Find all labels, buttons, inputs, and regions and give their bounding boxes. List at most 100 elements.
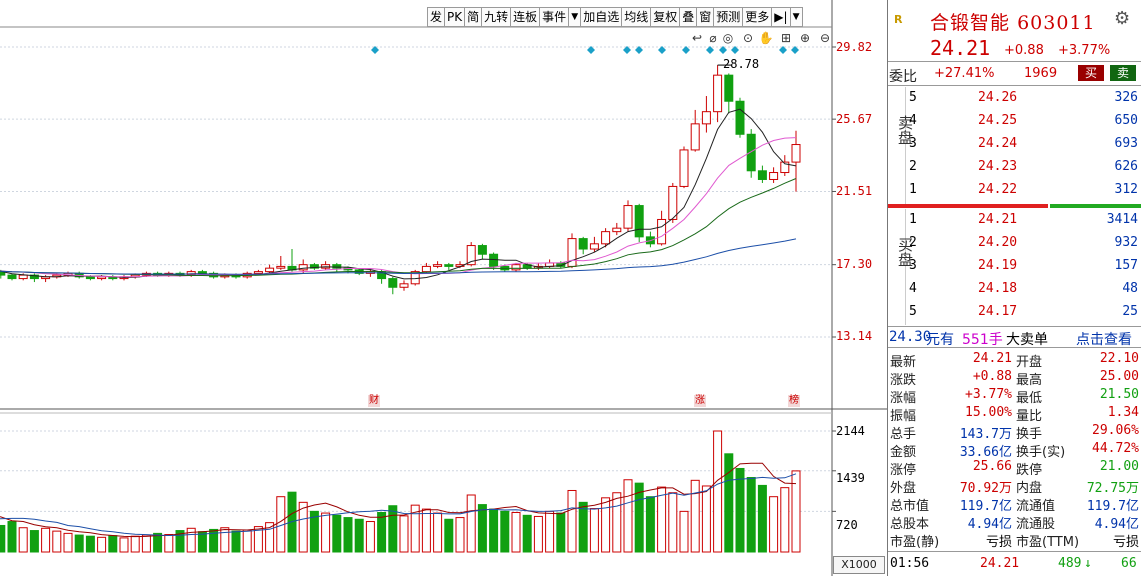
- candle-body: [634, 205, 644, 238]
- ticker-view-link[interactable]: 点击查看: [1076, 329, 1132, 349]
- ask-level[interactable]: 5 24.26 326: [888, 87, 1141, 110]
- volume-bar: [522, 514, 532, 553]
- ticker-text: 大卖单: [1006, 332, 1048, 348]
- volume-bar: [18, 527, 28, 553]
- kline-chart-area[interactable]: ↩ ⌀ ◎ ⊙ ✋ ⊞ ⊕ ⊖ 发 PK 简九转 连板 事件 ▼ 加自选 均线 复权叠窗预测 更多 ▶| ▼ 29.…: [0, 0, 887, 576]
- event-tag-zhang[interactable]: 涨: [694, 395, 706, 407]
- stat-label: 市盈(静): [890, 535, 940, 550]
- event-tag-bang[interactable]: 榜: [788, 395, 800, 407]
- quote-header: R 合锻智能 603011 ⚙ 24.21 +0.88 +3.77%: [888, 0, 1141, 62]
- tick-extra: 66: [1121, 556, 1137, 571]
- toolbar-button[interactable]: 加自选: [581, 7, 623, 27]
- candle-body: [791, 144, 801, 163]
- toolbar-button[interactable]: 发: [427, 7, 446, 27]
- chart-toolbar: 发 PK 简九转 连板 事件 ▼ 加自选 均线 复权叠窗预测 更多 ▶| ▼: [427, 7, 803, 27]
- volume-bar: [108, 535, 118, 553]
- volume-bar: [466, 494, 476, 553]
- ask-level[interactable]: 3 24.24 693: [888, 133, 1141, 156]
- volume-bar: [623, 479, 633, 553]
- volume-axis-label: 720: [836, 518, 858, 532]
- target-icon[interactable]: ⊙: [743, 31, 753, 45]
- ask-book: 卖盘 5 24.26 326 4 24.25 650 3 24.24 693 2 24.23 626 1…: [888, 87, 1141, 204]
- kline-chart-svg[interactable]: ↩ ⌀ ◎ ⊙ ✋ ⊞ ⊕ ⊖: [0, 0, 887, 576]
- volume-bar: [388, 505, 398, 553]
- stat-value: 25.66: [972, 459, 1012, 474]
- ask-level[interactable]: 4 24.25 650: [888, 110, 1141, 133]
- stat-row: 涨跌 +0.88 最高 25.00: [888, 368, 1141, 388]
- volume-bar: [477, 504, 487, 553]
- volume-bar: [713, 430, 723, 553]
- hand-icon[interactable]: ✋: [759, 31, 774, 45]
- volume-bar: [444, 518, 454, 553]
- bid-level[interactable]: 3 24.19 157: [888, 255, 1141, 278]
- candle-body: [18, 274, 28, 280]
- toolbar-button[interactable]: 预测: [714, 7, 744, 27]
- zoom-in-icon[interactable]: ⊕: [800, 31, 810, 45]
- bid-level[interactable]: 4 24.18 48: [888, 278, 1141, 301]
- candle-body: [253, 271, 263, 274]
- event-tag-cai[interactable]: 财: [368, 395, 380, 407]
- buy-button[interactable]: 买: [1078, 65, 1104, 81]
- stat-value: 44.72%: [1092, 441, 1139, 456]
- stat-row: 涨幅 +3.77% 最低 21.50: [888, 386, 1141, 406]
- volume-bar: [343, 517, 353, 553]
- undo-icon[interactable]: ↩: [692, 31, 702, 45]
- candle-body: [85, 276, 95, 280]
- volume-bar: [746, 477, 756, 553]
- stat-value: 25.00: [1099, 369, 1139, 384]
- filter-icon[interactable]: ⌀: [709, 31, 716, 45]
- toolbar-button[interactable]: 更多: [743, 7, 773, 27]
- toolbar-button[interactable]: 九转: [482, 7, 512, 27]
- volume-bar: [41, 527, 51, 553]
- quote-panel: R 合锻智能 603011 ⚙ 24.21 +0.88 +3.77% 委比 +2…: [887, 0, 1141, 576]
- volume-bar: [690, 479, 700, 553]
- tick-volume: 489: [1058, 556, 1082, 571]
- bid-level[interactable]: 5 24.17 25: [888, 301, 1141, 324]
- last-price: 24.21: [930, 36, 991, 60]
- chevron-down-icon[interactable]: ▼: [569, 7, 582, 27]
- volume-bar: [7, 521, 17, 553]
- volume-bar: [242, 529, 252, 553]
- ask-level[interactable]: 1 24.22 312: [888, 179, 1141, 202]
- bid-level[interactable]: 2 24.20 932: [888, 232, 1141, 255]
- toolbar-button[interactable]: 连板: [511, 7, 541, 27]
- toolbar-button[interactable]: 事件: [540, 7, 570, 27]
- zoom-out-icon[interactable]: ⊖: [820, 31, 830, 45]
- sell-button[interactable]: 卖: [1110, 65, 1136, 81]
- wei-bi-row: 委比 +27.41% 1969 买 卖: [888, 62, 1141, 86]
- stock-name-code: 合锻智能 603011: [930, 8, 1096, 35]
- bid-level[interactable]: 1 24.21 3414: [888, 209, 1141, 232]
- expand-right-icon[interactable]: ▶|: [772, 7, 791, 27]
- volume-bar: [545, 510, 555, 553]
- chevron-down-icon[interactable]: ▼: [790, 7, 803, 27]
- stat-row: 涨停 25.66 跌停 21.00: [888, 458, 1141, 478]
- candle-body: [701, 111, 711, 125]
- volume-axis-label: 1439: [836, 471, 865, 485]
- toolbar-button[interactable]: 窗: [697, 7, 715, 27]
- ask-level-index: 5: [909, 90, 917, 105]
- stat-row: 振幅 15.00% 量比 1.34: [888, 404, 1141, 424]
- bid-level-index: 2: [909, 235, 917, 250]
- gear-icon[interactable]: ⚙: [1114, 8, 1130, 29]
- ask-level-index: 1: [909, 182, 917, 197]
- candle-body: [477, 245, 487, 255]
- toolbar-button[interactable]: 复权: [651, 7, 681, 27]
- volume-bar: [0, 524, 6, 553]
- volume-bar: [556, 512, 566, 553]
- grid-icon[interactable]: ⊞: [781, 31, 791, 45]
- price-axis-label: 25.67: [836, 112, 873, 126]
- volume-bar: [645, 496, 655, 553]
- toolbar-button[interactable]: 均线: [622, 7, 652, 27]
- volume-bar: [455, 517, 465, 553]
- volume-bar: [578, 501, 588, 553]
- toolbar-button[interactable]: PK: [445, 7, 466, 27]
- toolbar-button[interactable]: 简: [465, 7, 483, 27]
- volume-unit-button[interactable]: X1000: [833, 556, 885, 574]
- volume-bar: [657, 486, 667, 553]
- ask-level-price: 24.23: [978, 159, 1018, 174]
- view-icon[interactable]: ◎: [723, 31, 733, 45]
- toolbar-button[interactable]: 叠: [680, 7, 698, 27]
- price-change: +0.88: [1004, 43, 1044, 58]
- ticker-qty: 551手: [962, 332, 1003, 348]
- ask-level[interactable]: 2 24.23 626: [888, 156, 1141, 179]
